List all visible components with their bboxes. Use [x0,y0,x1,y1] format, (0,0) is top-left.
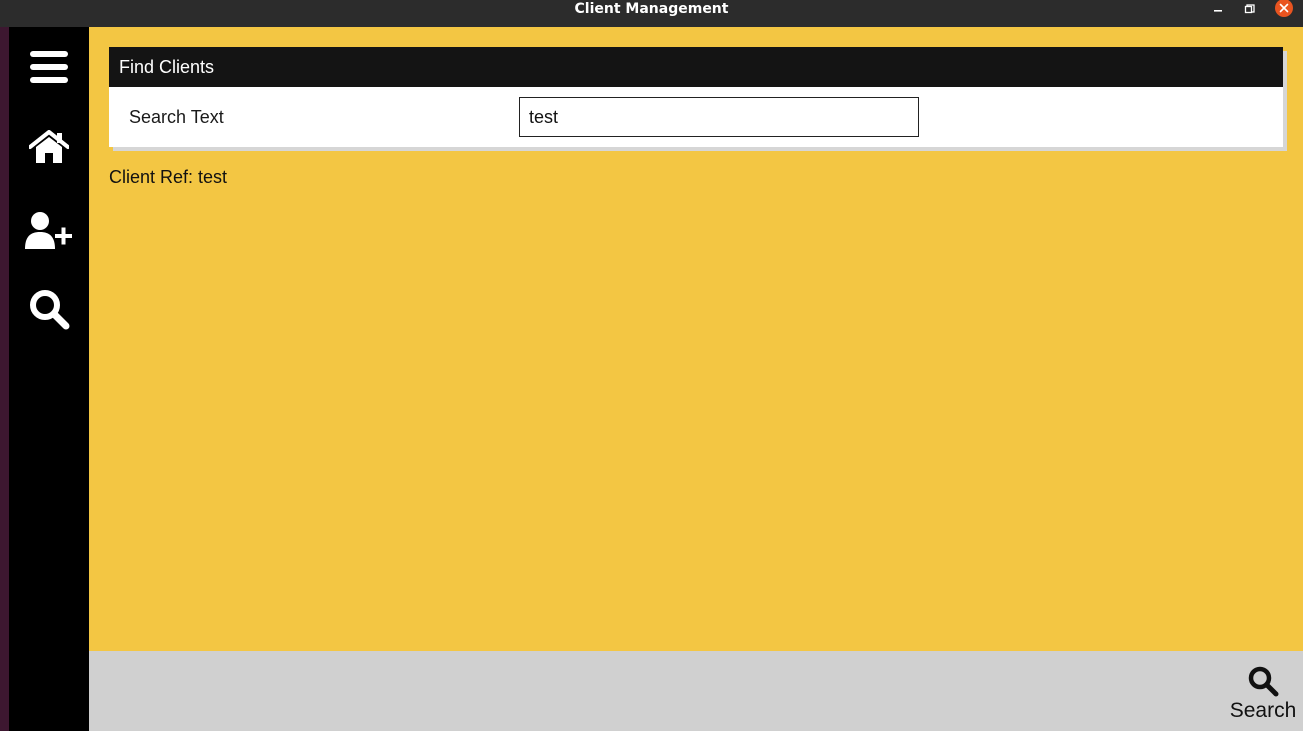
close-icon[interactable] [1274,0,1294,18]
sidebar-search-button[interactable] [23,283,75,335]
maximize-icon[interactable] [1241,0,1259,18]
panel-body: Search Text [109,87,1283,147]
client-ref-result: Client Ref: test [109,167,228,187]
search-button[interactable]: Search [1228,665,1298,729]
search-text-label: Search Text [129,107,224,127]
minimize-icon[interactable] [1209,0,1227,18]
search-text-input[interactable] [519,97,919,137]
sidebar-add-client-button[interactable] [23,205,75,257]
find-clients-panel: Find Clients Search Text [109,47,1287,151]
hamburger-menu-icon [30,51,68,83]
panel-header: Find Clients [109,47,1283,87]
search-button-label: Search [1229,699,1297,722]
window-title: Client Management [574,1,729,17]
main-content: Find Clients Search Text Client Ref: tes… [89,27,1303,651]
window-edge [0,27,9,731]
search-icon [1248,666,1279,697]
sidebar-home-button[interactable] [23,121,75,173]
bottom-action-bar: Search [89,651,1303,731]
search-icon [30,290,70,330]
home-icon [29,130,69,163]
add-user-icon [25,212,73,249]
sidebar-menu-button[interactable] [23,41,75,93]
sidebar [9,27,89,731]
window-titlebar: Client Management [0,0,1303,27]
